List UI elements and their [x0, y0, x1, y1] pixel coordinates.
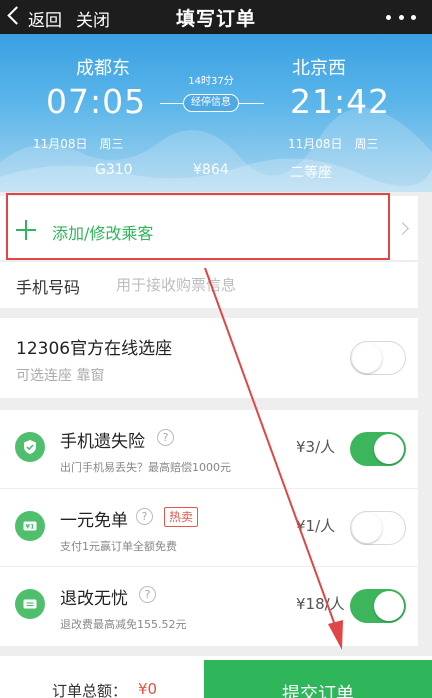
insurance-price: ¥3/人 — [296, 438, 336, 456]
hot-badge: 热卖 — [164, 507, 199, 527]
seat-selection-row: 12306官方在线选座 可选连座 靠窗 — [0, 318, 418, 398]
phone-label: 手机号码 — [16, 278, 81, 297]
insurance-item-free-order: ¥1 一元免单 ? 热卖 支付1元赢订单全额免费 ¥1/人 — [0, 488, 418, 566]
train-number: G310 — [95, 162, 133, 178]
insurance-price: ¥1/人 — [296, 517, 336, 535]
seat-class: 二等座 — [290, 165, 332, 181]
insurance-toggle-refund[interactable] — [350, 589, 406, 623]
more-icon[interactable] — [386, 15, 416, 21]
stops-info-button[interactable]: 经停信息 — [183, 94, 239, 112]
insurance-title: 一元免单 — [60, 511, 128, 531]
from-station: 成都东 — [76, 58, 130, 79]
insurance-title: 手机遗失险 — [60, 432, 145, 452]
insurance-desc: 退改费最高减免155.52元 — [60, 618, 187, 631]
help-icon[interactable]: ? — [139, 586, 156, 603]
order-total-label: 订单总额： — [52, 682, 128, 698]
insurance-section: 手机遗失险 ? 出门手机易丢失？最高赔偿1000元 ¥3/人 ¥1 一元免单 ?… — [0, 410, 418, 646]
top-bar: 返回 关闭 填写订单 — [0, 0, 432, 34]
depart-date: 11月08日 周三 — [33, 137, 124, 151]
insurance-item-phone-loss: 手机遗失险 ? 出门手机易丢失？最高赔偿1000元 ¥3/人 — [0, 410, 418, 488]
arrive-time: 21:42 — [290, 82, 391, 121]
insurance-desc: 支付1元赢订单全额免费 — [60, 540, 177, 553]
insurance-title: 退改无忧 — [60, 589, 128, 609]
ticket-icon — [15, 589, 45, 619]
page-title: 填写订单 — [175, 8, 256, 30]
help-icon[interactable]: ? — [136, 508, 153, 525]
svg-text:¥1: ¥1 — [25, 523, 35, 531]
insurance-item-refund: 退改无忧 ? 退改费最高减免155.52元 ¥18/人 — [0, 566, 418, 644]
insurance-toggle-phone-loss[interactable] — [350, 432, 406, 466]
ticket-summary: 成都东 北京西 07:05 21:42 14时37分 经停信息 11月08日 周… — [0, 34, 432, 192]
insurance-toggle-free-order[interactable] — [350, 511, 406, 545]
shield-icon — [15, 432, 45, 462]
phone-row: 手机号码 — [0, 262, 418, 308]
order-total-value: ¥0 — [138, 680, 158, 698]
phone-input[interactable] — [116, 271, 406, 299]
help-icon[interactable]: ? — [157, 429, 174, 446]
seat-selection-subtitle: 可选连座 靠窗 — [16, 368, 105, 384]
arrive-date: 11月08日 周三 — [288, 137, 379, 151]
ticket-price: ¥864 — [193, 162, 229, 178]
insurance-desc: 出门手机易丢失？最高赔偿1000元 — [60, 461, 231, 474]
annotation-highlight-box — [6, 193, 390, 260]
chevron-right-icon — [396, 222, 409, 235]
depart-time: 07:05 — [46, 82, 147, 121]
submit-order-button[interactable]: 提交订单 — [204, 660, 432, 698]
insurance-price: ¥18/人 — [296, 595, 345, 613]
duration: 14时37分 — [188, 76, 234, 87]
seat-selection-title: 12306官方在线选座 — [16, 339, 173, 359]
coupon-icon: ¥1 — [15, 511, 45, 541]
seat-selection-toggle[interactable] — [350, 341, 406, 375]
to-station: 北京西 — [292, 58, 346, 79]
